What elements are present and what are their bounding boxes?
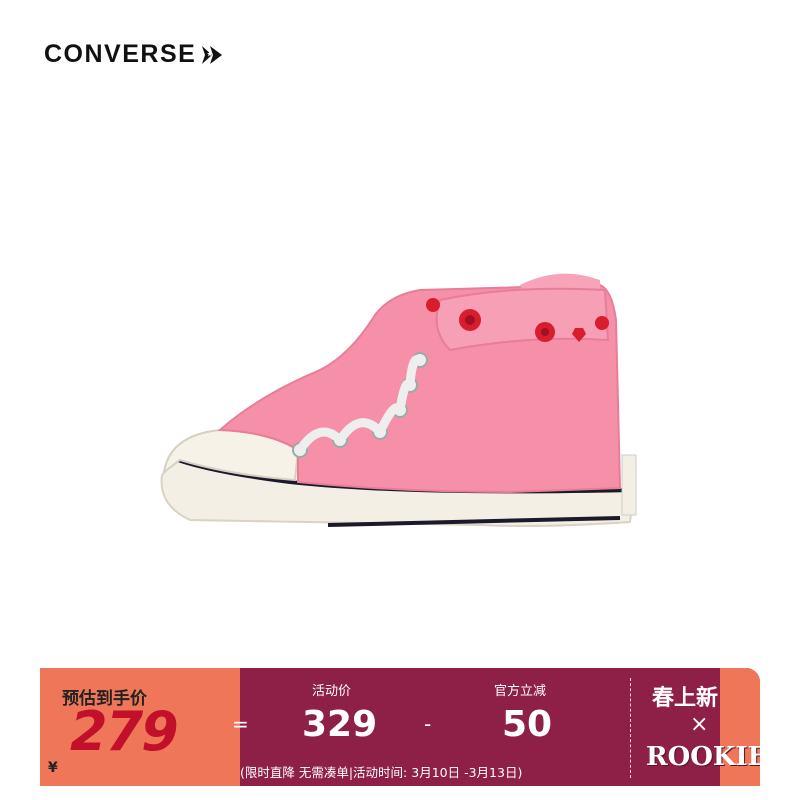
campaign-title: 春上新 bbox=[652, 686, 719, 711]
product-image bbox=[160, 273, 637, 527]
promo-banner[interactable]: 预估到手价 ¥ 279 = 活动价 329 - 官方立减 50 (限时直降 无需… bbox=[40, 668, 760, 786]
equals-sign: = bbox=[232, 712, 249, 736]
product-page: { "brand": { "name": "CONVERSE" }, "prod… bbox=[0, 0, 800, 800]
activity-price-label: 活动价 bbox=[312, 684, 352, 699]
minus-sign: - bbox=[424, 712, 432, 736]
campaign-name: ROOKIE bbox=[646, 742, 760, 772]
brand-logo: CONVERSE bbox=[44, 40, 224, 69]
banner-divider bbox=[630, 678, 631, 778]
promo-fine-print: (限时直降 无需凑单|活动时间: 3月10日 -3月13日) bbox=[240, 765, 523, 780]
activity-price: 329 bbox=[302, 704, 378, 745]
final-price: 279 bbox=[70, 700, 179, 763]
currency-symbol: ¥ bbox=[48, 760, 58, 776]
brand-name: CONVERSE bbox=[44, 40, 197, 68]
discount-value: 50 bbox=[502, 704, 553, 745]
star-chevron-icon bbox=[202, 45, 223, 64]
discount-label: 官方立减 bbox=[494, 684, 547, 699]
campaign-cross: × bbox=[690, 712, 709, 737]
